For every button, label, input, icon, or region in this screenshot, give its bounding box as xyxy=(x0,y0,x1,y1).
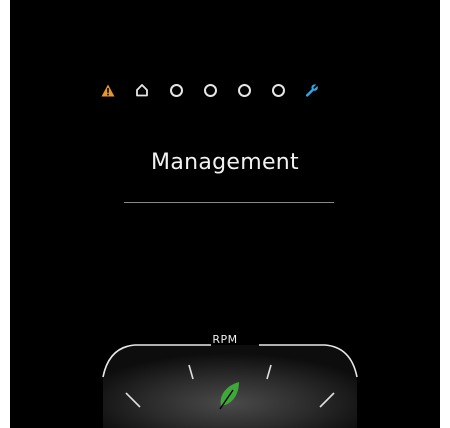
status-icon-row xyxy=(10,80,440,100)
gauge-label: RPM xyxy=(212,333,238,346)
dot-icon[interactable] xyxy=(234,80,254,100)
title-divider xyxy=(124,202,334,203)
dot-icon[interactable] xyxy=(268,80,288,100)
page-title: Management xyxy=(151,150,299,175)
home-icon[interactable] xyxy=(132,80,152,100)
dot-icon[interactable] xyxy=(166,80,186,100)
display-screen: Management RPM xyxy=(10,0,440,428)
wrench-icon[interactable] xyxy=(302,80,322,100)
dot-icon[interactable] xyxy=(200,80,220,100)
warning-icon[interactable] xyxy=(98,80,118,100)
